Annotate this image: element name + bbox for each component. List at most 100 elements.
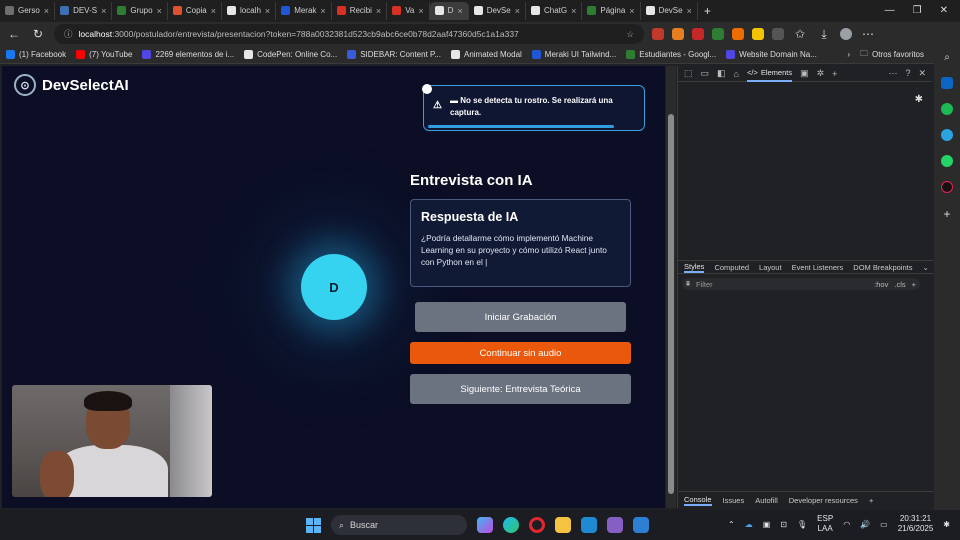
chevron-down-icon[interactable]: ⌄ xyxy=(922,263,928,272)
new-tab-icon[interactable]: + xyxy=(698,4,711,18)
spotify-icon[interactable] xyxy=(941,103,953,115)
language-indicator[interactable]: ESP LAA xyxy=(817,514,833,534)
battery-icon[interactable]: ▭ xyxy=(880,520,888,529)
bookmark-meraki[interactable]: Meraki UI Tailwind... xyxy=(531,50,616,59)
bookmark-elementos[interactable]: 2269 elementos de i... xyxy=(142,50,234,59)
bookmark-codepen[interactable]: CodePen: Online Co... xyxy=(244,50,337,59)
continue-without-audio-button[interactable]: Continuar sin audio xyxy=(410,342,631,364)
favorite-star-icon[interactable]: ☆ xyxy=(626,29,634,40)
page-scrollbar[interactable] xyxy=(666,66,676,508)
bookmark-facebook[interactable]: (1) Facebook xyxy=(6,50,66,59)
close-icon[interactable]: × xyxy=(157,6,162,16)
taskbar-app-icon[interactable] xyxy=(633,517,649,533)
tab-dom-breakpoints[interactable]: DOM Breakpoints xyxy=(853,263,912,272)
tab-event-listeners[interactable]: Event Listeners xyxy=(792,263,844,272)
site-info-icon[interactable]: ⓘ xyxy=(64,28,73,40)
microphone-icon[interactable]: 🎙 xyxy=(797,520,807,529)
styles-filter-input[interactable]: ⩩ Filter :hov .cls + xyxy=(682,278,920,290)
dock-icon[interactable]: ◧ xyxy=(717,68,726,79)
tab-autofill[interactable]: Autofill xyxy=(755,496,778,505)
telegram-icon[interactable] xyxy=(941,129,953,141)
next-theoretical-interview-button[interactable]: Siguiente: Entrevista Teórica xyxy=(410,374,631,404)
tab-localh[interactable]: localh × xyxy=(222,1,277,20)
tab-devse-2[interactable]: DevSe × xyxy=(641,1,698,20)
tray-app-icon[interactable]: ⊡ xyxy=(780,520,787,529)
device-toggle-icon[interactable]: ▭ xyxy=(701,68,710,79)
whatsapp-icon[interactable] xyxy=(941,155,953,167)
tab-va[interactable]: Va × xyxy=(387,1,430,20)
hover-state-toggle[interactable]: :hov xyxy=(874,280,888,289)
copilot-icon[interactable] xyxy=(477,517,493,533)
windows-start-icon[interactable] xyxy=(306,517,321,533)
close-icon[interactable]: × xyxy=(44,6,49,16)
tab-grupo[interactable]: Grupo × xyxy=(112,1,168,20)
tab-pagina[interactable]: Página × xyxy=(582,1,641,20)
maximize-icon[interactable]: ❐ xyxy=(913,5,922,16)
tab-console[interactable]: Console xyxy=(684,495,712,506)
bookmark-youtube[interactable]: (7) YouTube xyxy=(76,50,132,59)
search-icon[interactable]: ⌕ xyxy=(944,52,950,63)
close-icon[interactable]: × xyxy=(629,6,634,16)
close-icon[interactable]: × xyxy=(376,6,381,16)
extension-icon[interactable] xyxy=(672,28,684,40)
close-icon[interactable]: × xyxy=(101,6,106,16)
outlook-icon[interactable] xyxy=(941,77,953,89)
start-recording-button[interactable]: Iniciar Grabación xyxy=(415,302,626,332)
bug-icon[interactable]: ✲ xyxy=(817,68,825,79)
chevron-up-icon[interactable]: ⌃ xyxy=(728,520,735,529)
extension-icon[interactable] xyxy=(652,28,664,40)
tab-chatg[interactable]: ChatG × xyxy=(526,1,583,20)
console-icon[interactable]: ▣ xyxy=(800,68,809,79)
close-icon[interactable]: × xyxy=(571,6,576,16)
taskbar-search[interactable]: ⌕ Buscar xyxy=(331,515,467,535)
extension-icon[interactable] xyxy=(732,28,744,40)
close-icon[interactable]: × xyxy=(211,6,216,16)
tab-developer-resources[interactable]: Developer resources xyxy=(789,496,858,505)
close-icon[interactable]: × xyxy=(457,6,462,16)
other-bookmarks[interactable]: 🗀 Otros favoritos xyxy=(860,48,924,62)
close-icon[interactable]: × xyxy=(418,6,423,16)
accessibility-icon[interactable]: ✱ xyxy=(915,94,923,105)
minimize-icon[interactable]: — xyxy=(885,5,895,16)
chevron-right-icon[interactable]: › xyxy=(847,50,850,59)
inspect-icon[interactable]: ⬚ xyxy=(684,68,693,79)
downloads-icon[interactable]: ⤓ xyxy=(816,27,832,42)
close-icon[interactable]: × xyxy=(687,6,692,16)
close-icon[interactable]: × xyxy=(320,6,325,16)
onedrive-icon[interactable]: ☁ xyxy=(745,520,753,529)
more-icon[interactable]: ⋯ xyxy=(860,27,876,41)
class-toggle[interactable]: .cls xyxy=(894,280,905,289)
tab-styles[interactable]: Styles xyxy=(684,262,705,273)
extension-icon[interactable] xyxy=(752,28,764,40)
close-icon[interactable]: × xyxy=(515,6,520,16)
clock[interactable]: 20:31:21 21/6/2025 xyxy=(898,514,934,534)
new-rule-icon[interactable]: + xyxy=(912,280,916,289)
add-tool-icon[interactable]: + xyxy=(832,69,837,79)
tab-active-devselect[interactable]: D × xyxy=(429,1,469,20)
bookmark-animated-modal[interactable]: Animated Modal xyxy=(450,50,522,59)
bookmark-sidebar[interactable]: SIDEBAR: Content P... xyxy=(347,50,441,59)
visual-studio-icon[interactable] xyxy=(607,517,623,533)
add-tab-icon[interactable]: + xyxy=(869,496,873,505)
favorites-icon[interactable]: ✩ xyxy=(792,27,808,41)
file-explorer-icon[interactable] xyxy=(555,517,571,533)
close-icon[interactable]: ✕ xyxy=(918,68,926,79)
tab-recibi[interactable]: Recibi × xyxy=(332,1,388,20)
bookmark-website-domain[interactable]: Website Domain Na... xyxy=(726,50,817,59)
edge-icon[interactable] xyxy=(503,517,519,533)
tray-app-icon[interactable]: ▣ xyxy=(763,520,771,529)
scrollbar-thumb[interactable] xyxy=(668,114,674,494)
extensions-puzzle-icon[interactable] xyxy=(772,28,784,40)
url-input[interactable]: ⓘ localhost:3000/postulador/entrevista/p… xyxy=(54,24,644,44)
tab-devse[interactable]: DevSe × xyxy=(469,1,526,20)
brand-logo[interactable]: ⊙ DevSelectAI xyxy=(14,74,129,96)
wifi-icon[interactable]: ◠ xyxy=(843,520,850,529)
add-icon[interactable]: + xyxy=(943,207,950,221)
tiktok-icon[interactable] xyxy=(941,181,953,193)
back-icon[interactable]: ← xyxy=(6,27,22,41)
volume-icon[interactable]: 🔊 xyxy=(860,520,870,529)
opera-icon[interactable] xyxy=(529,517,545,533)
close-icon[interactable]: × xyxy=(265,6,270,16)
close-window-icon[interactable]: ✕ xyxy=(940,5,948,16)
vscode-icon[interactable] xyxy=(581,517,597,533)
